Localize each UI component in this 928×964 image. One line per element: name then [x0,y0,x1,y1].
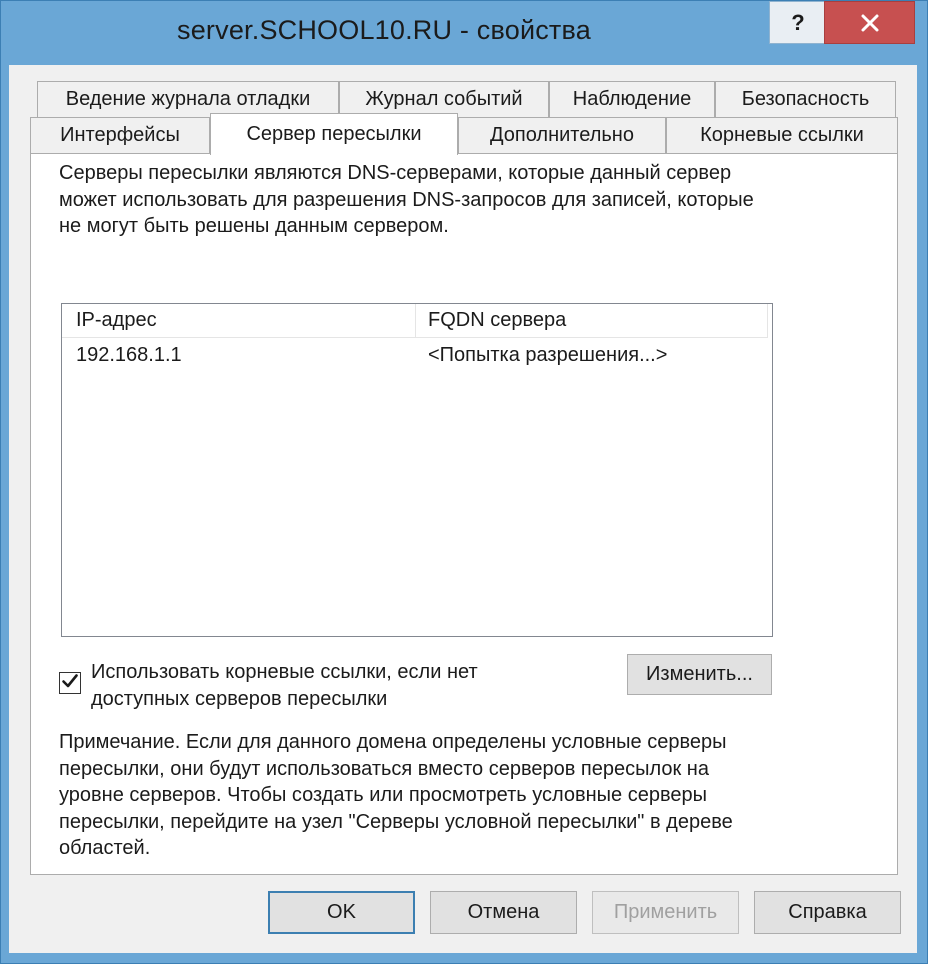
list-header: IP-адрес FQDN сервера [62,304,768,338]
forwarders-description: Серверы пересылки являются DNS-серверами… [59,162,754,237]
tab-event-log[interactable]: Журнал событий [339,81,549,117]
use-root-hints-label[interactable]: Использовать корневые ссылки, если нет д… [91,659,551,713]
tab-monitoring[interactable]: Наблюдение [549,81,715,117]
tab-security[interactable]: Безопасность [715,81,896,117]
column-header-ip[interactable]: IP-адрес [62,304,416,338]
apply-button[interactable]: Применить [592,891,739,934]
note-text: Примечание. Если для данного домена опре… [59,731,733,859]
ok-button[interactable]: OK [268,891,415,934]
tab-forwarders[interactable]: Сервер пересылки [210,113,458,155]
help-icon: ? [791,9,805,35]
tab-advanced[interactable]: Дополнительно [458,117,666,153]
cancel-button[interactable]: Отмена [430,891,577,934]
close-icon [860,13,880,33]
fqdn-cell: <Попытка разрешения...> [428,343,668,366]
ip-address-cell: 192.168.1.1 [76,343,182,366]
tab-interfaces[interactable]: Интерфейсы [30,117,210,153]
edit-forwarders-button[interactable]: Изменить... [627,654,772,695]
help-title-button[interactable]: ? [769,1,827,44]
list-item[interactable]: 192.168.1.1 <Попытка разрешения...> [62,338,768,372]
forwarders-tab-panel: Серверы пересылки являются DNS-серверами… [30,153,898,875]
checkmark-icon [61,672,79,695]
use-root-hints-checkbox[interactable] [59,672,81,694]
forwarders-list[interactable]: IP-адрес FQDN сервера 192.168.1.1 <Попыт… [61,303,773,637]
help-button[interactable]: Справка [754,891,901,934]
window-title: server.SCHOOL10.RU - свойства [177,15,591,45]
tab-debug-logging[interactable]: Ведение журнала отладки [37,81,339,117]
dialog-client-area: Ведение журнала отладки Журнал событий Н… [9,65,917,953]
tab-root-hints[interactable]: Корневые ссылки [666,117,898,153]
column-header-fqdn[interactable]: FQDN сервера [416,304,768,338]
close-button[interactable] [824,1,915,44]
title-bar[interactable]: server.SCHOOL10.RU - свойства ? [1,1,927,65]
properties-dialog: server.SCHOOL10.RU - свойства ? Ведение … [0,0,928,964]
